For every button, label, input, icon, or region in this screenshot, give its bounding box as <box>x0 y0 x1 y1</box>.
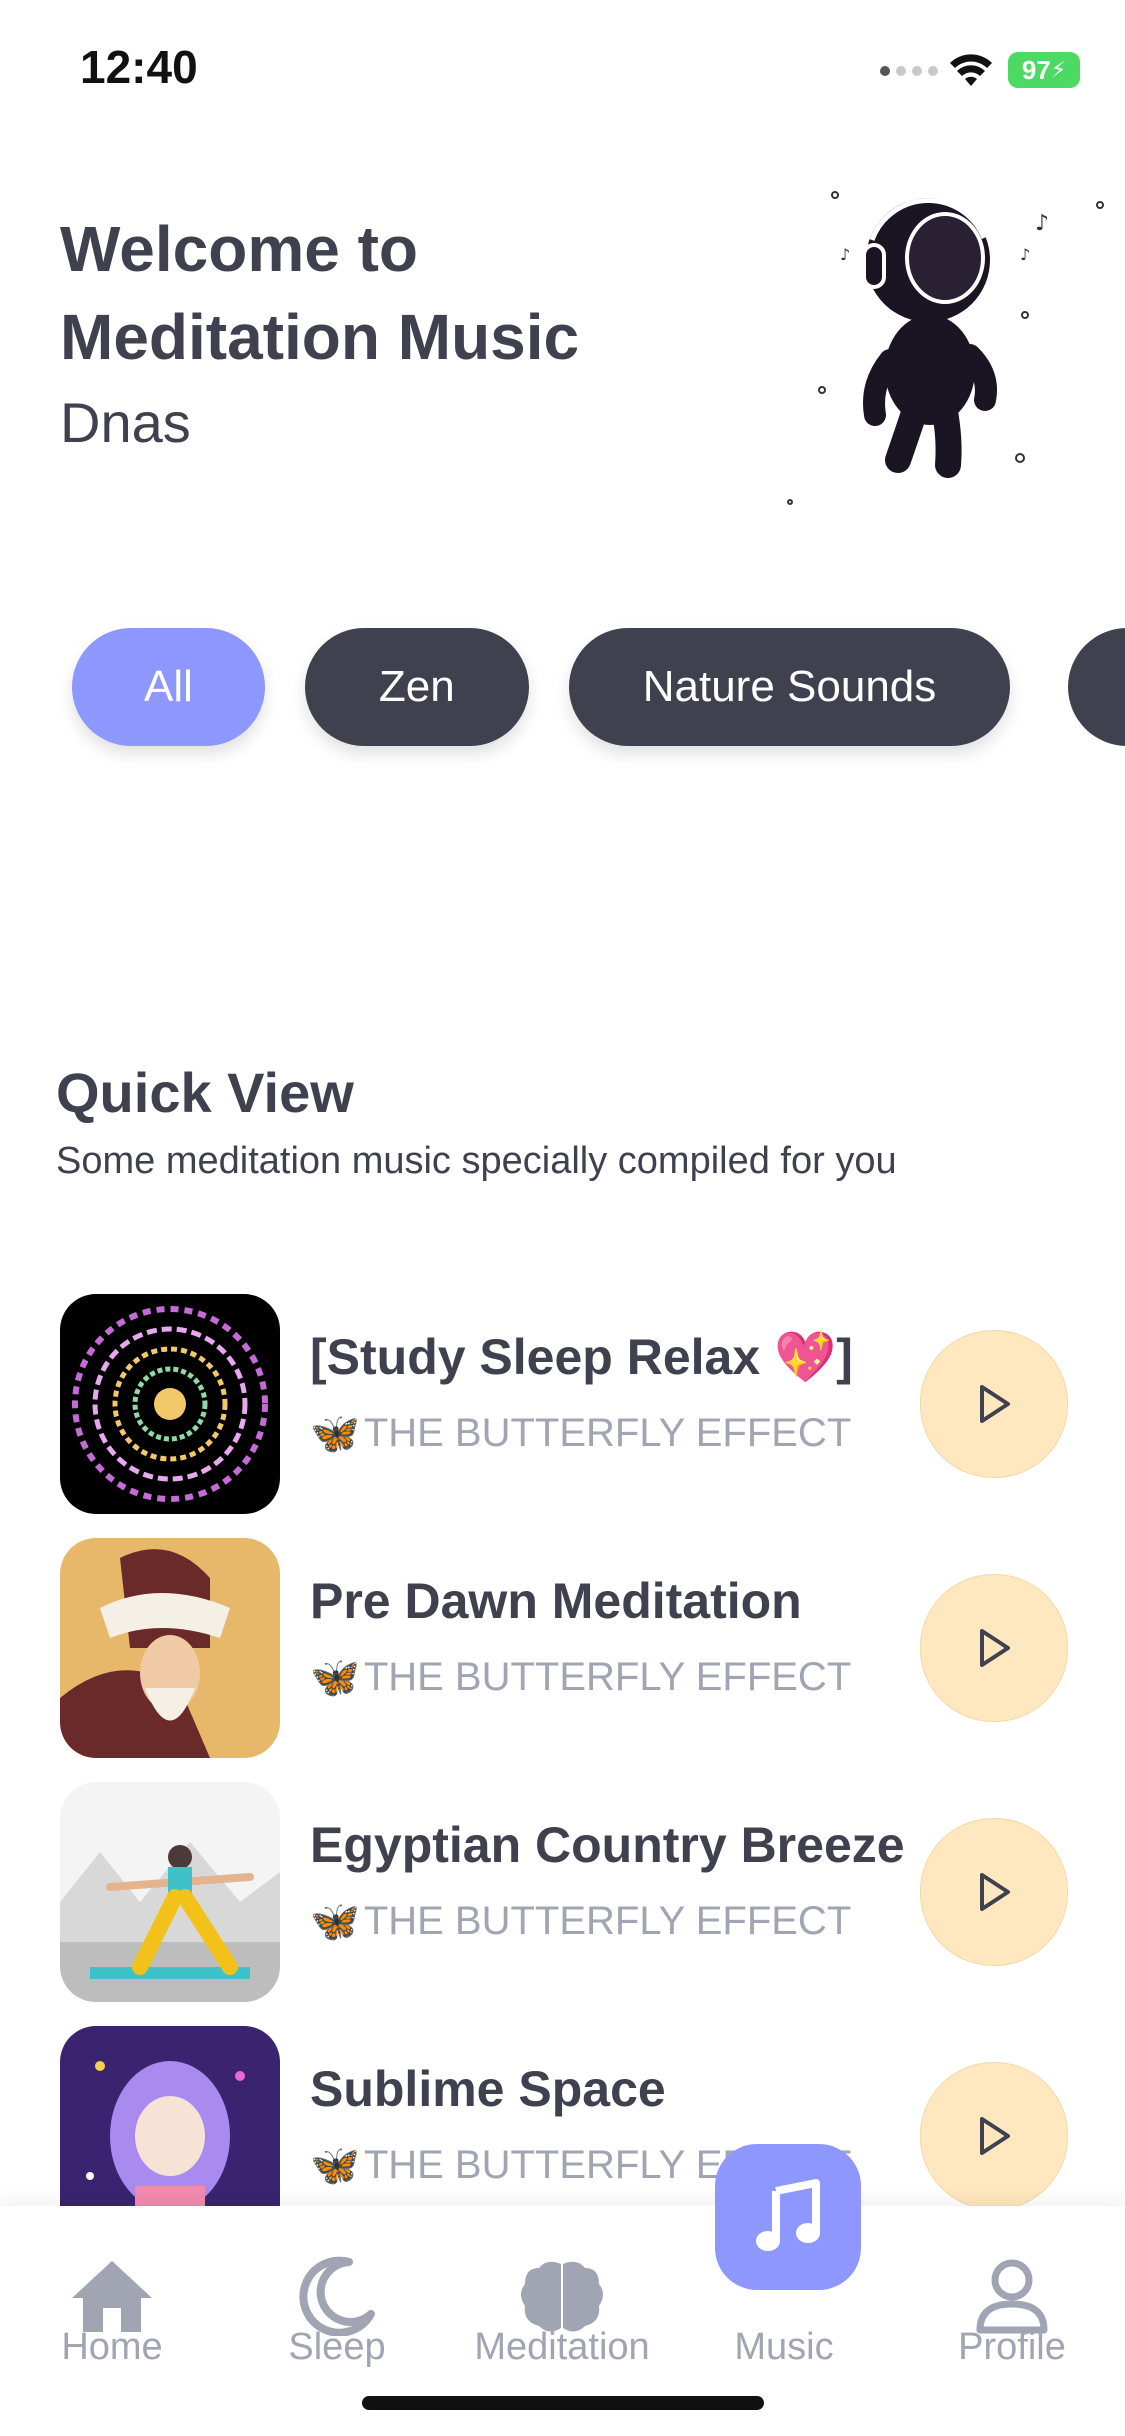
play-icon <box>980 1385 1010 1423</box>
track-artist-name: THE BUTTERFLY EFFECT <box>363 1899 852 1943</box>
track-title: [Study Sleep Relax 💖] <box>310 1329 853 1385</box>
play-icon <box>980 2117 1010 2155</box>
nav-home[interactable]: Home <box>22 2206 202 2436</box>
butterfly-icon: 🦋 <box>310 1900 360 1944</box>
svg-text:♪: ♪ <box>840 245 850 264</box>
welcome-line1: Welcome to <box>60 213 418 285</box>
nav-label: Home <box>61 2326 163 2368</box>
astronaut-illustration: ♪ ♪ ♪ <box>787 191 1104 505</box>
category-chip-zen[interactable]: Zen <box>304 628 529 746</box>
status-time: 12:40 <box>80 41 198 93</box>
track-artist: 🦋 THE BUTTERFLY EFFECT <box>310 1898 851 1945</box>
wifi-icon <box>950 54 992 86</box>
play-icon <box>980 1629 1010 1667</box>
play-button[interactable] <box>920 1330 1068 1478</box>
play-button[interactable] <box>920 2062 1068 2210</box>
home-indicator <box>362 2396 764 2410</box>
category-chip-nature-sounds[interactable]: Nature Sounds <box>568 628 1011 746</box>
track-artist-name: THE BUTTERFLY EFFECT <box>363 1411 852 1455</box>
battery-level: 97 <box>1021 54 1051 85</box>
welcome-line2: Meditation Music <box>60 301 580 373</box>
track-artwork <box>60 1782 280 2002</box>
track-artist: 🦋 THE BUTTERFLY EFFECT <box>310 1410 851 1457</box>
nav-label: Meditation <box>474 2326 650 2368</box>
music-active-indicator <box>715 2144 861 2290</box>
play-button[interactable] <box>920 1574 1068 1722</box>
category-chip-all[interactable]: All <box>72 628 265 746</box>
track-artist: 🦋 THE BUTTERFLY EFFECT <box>310 1654 851 1701</box>
track-row[interactable]: Pre Dawn Meditation 🦋 THE BUTTERFLY EFFE… <box>60 1538 1070 1758</box>
welcome-heading: Welcome to Meditation Music <box>60 205 579 381</box>
category-chips: All Zen Nature Sounds <box>72 628 1011 746</box>
play-icon <box>980 1873 1010 1911</box>
battery-icon: 97 ⚡ <box>1008 52 1080 88</box>
nav-label: Music <box>734 2326 834 2368</box>
track-artist-name: THE BUTTERFLY EFFECT <box>363 1655 852 1699</box>
nav-profile[interactable]: Profile <box>922 2206 1102 2436</box>
track-row[interactable]: Egyptian Country Breeze 🦋 THE BUTTERFLY … <box>60 1782 1070 2002</box>
track-title: Pre Dawn Meditation <box>310 1573 802 1629</box>
section-subtitle: Some meditation music specially compiled… <box>56 1140 897 1182</box>
butterfly-icon: 🦋 <box>310 2144 360 2188</box>
category-chip-partial[interactable] <box>1068 628 1125 746</box>
butterfly-icon: 🦋 <box>310 1412 360 1456</box>
nav-label: Profile <box>958 2326 1066 2368</box>
cellular-signal-icon <box>880 66 938 76</box>
track-artwork <box>60 1294 280 1514</box>
svg-text:♪: ♪ <box>1020 245 1030 264</box>
svg-text:♪: ♪ <box>1035 211 1049 236</box>
track-artwork <box>60 1538 280 1758</box>
track-title: Sublime Space <box>310 2061 666 2117</box>
section-title: Quick View <box>56 1061 354 1124</box>
music-note-icon <box>756 2179 820 2251</box>
username: Dnas <box>60 391 191 454</box>
nav-label: Sleep <box>288 2326 386 2368</box>
play-button[interactable] <box>920 1818 1068 1966</box>
butterfly-icon: 🦋 <box>310 1656 360 1700</box>
track-row[interactable]: [Study Sleep Relax 💖] 🦋 THE BUTTERFLY EF… <box>60 1294 1070 1514</box>
track-title: Egyptian Country Breeze <box>310 1817 905 1873</box>
